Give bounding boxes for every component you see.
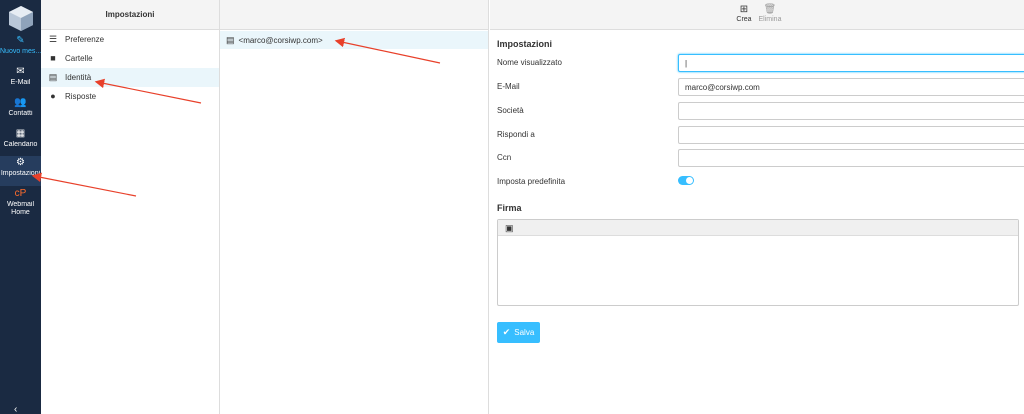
identity-row[interactable]: ▤ <marco@corsiwp.com> (220, 31, 488, 49)
comment-icon: ● (50, 91, 56, 101)
field-display-name: Nome visualizzato (497, 54, 1024, 72)
rail-webmail-home-label: Webmail Home (6, 201, 35, 216)
settings-item-label: Risposte (65, 92, 97, 101)
settings-item-label: Preferenze (65, 35, 105, 44)
roundcube-logo-icon (9, 6, 33, 31)
settings-header: Impostazioni (41, 0, 219, 30)
save-button[interactable]: ✔ Salva (497, 322, 540, 343)
delete-label: Elimina (758, 16, 782, 23)
collapse-icon[interactable]: ‹ (14, 404, 17, 414)
rail-calendar-label: Calendario (3, 141, 38, 148)
settings-item-responses[interactable]: ● Risposte (41, 87, 219, 106)
settings-item-label: Cartelle (65, 54, 93, 63)
settings-item-folders[interactable]: ■ Cartelle (41, 49, 219, 68)
rail-mail[interactable]: ✉ E-Mail (0, 65, 41, 95)
field-label: Ccn (497, 153, 512, 162)
field-organization: Società (497, 102, 1024, 120)
delete-button[interactable]: 🗑 Elimina (755, 4, 785, 23)
toolbar: ⊞ Crea 🗑 Elimina (490, 0, 1024, 30)
identity-editor: ⊞ Crea 🗑 Elimina Impostazioni Nome visua… (490, 0, 1024, 414)
field-email: E-Mail (497, 78, 1024, 96)
rail-settings-label: Impostazioni (0, 170, 41, 177)
save-label: Salva (514, 328, 535, 337)
rail-mail-label: E-Mail (10, 79, 31, 86)
compose-icon: ✎ (16, 35, 25, 46)
signature-editor[interactable]: ▣ (497, 219, 1019, 306)
trash-icon: 🗑 (763, 4, 777, 15)
field-reply-to: Rispondi a (497, 126, 1024, 144)
identities-header (220, 0, 488, 30)
field-label: E-Mail (497, 82, 520, 91)
settings-list: Impostazioni ☰ Preferenze ■ Cartelle ▤ I… (41, 0, 220, 414)
create-label: Crea (736, 16, 752, 23)
identities-list: ▤ <marco@corsiwp.com> (220, 0, 489, 414)
display-name-input[interactable] (678, 54, 1024, 72)
settings-item-preferences[interactable]: ☰ Preferenze (41, 30, 219, 49)
image-icon[interactable]: ▣ (505, 223, 514, 233)
rail-contacts-label: Contatti (8, 110, 33, 117)
bcc-input[interactable] (678, 149, 1024, 167)
signature-toolbar: ▣ (498, 220, 1018, 236)
folder-icon: ■ (50, 53, 56, 63)
organization-input[interactable] (678, 102, 1024, 120)
rail-webmail-home[interactable]: cP Webmail Home (0, 187, 41, 221)
sliders-icon: ☰ (48, 34, 58, 44)
email-input[interactable] (678, 78, 1024, 96)
id-card-icon: ▤ (48, 72, 58, 82)
rail-settings[interactable]: ⚙ Impostazioni (0, 156, 41, 186)
form-title: Impostazioni (497, 39, 553, 49)
check-icon: ✔ (502, 327, 511, 337)
settings-item-identities[interactable]: ▤ Identità (41, 68, 219, 87)
field-set-default: Imposta predefinita (497, 173, 1017, 191)
app-rail: ✎ Nuovo mes... ✉ E-Mail 👥 Contatti ▦ Cal… (0, 0, 41, 414)
field-label: Nome visualizzato (497, 58, 562, 67)
signature-title: Firma (497, 203, 522, 213)
field-label: Società (497, 106, 524, 115)
rail-compose-label: Nuovo mes... (0, 48, 41, 55)
reply-to-input[interactable] (678, 126, 1024, 144)
rail-contacts[interactable]: 👥 Contatti (0, 96, 41, 126)
settings-item-label: Identità (65, 73, 92, 82)
rail-compose[interactable]: ✎ Nuovo mes... (0, 34, 41, 64)
rail-calendar[interactable]: ▦ Calendario (0, 127, 41, 157)
id-card-icon: ▤ (226, 34, 235, 45)
cpanel-icon: cP (14, 188, 27, 199)
identity-label: <marco@corsiwp.com> (238, 35, 323, 45)
set-default-toggle[interactable] (678, 176, 694, 185)
field-label: Imposta predefinita (497, 177, 566, 186)
calendar-icon: ▦ (15, 128, 26, 139)
field-label: Rispondi a (497, 130, 535, 139)
field-bcc: Ccn (497, 149, 1024, 167)
gear-icon: ⚙ (16, 157, 25, 168)
users-icon: 👥 (14, 97, 27, 108)
envelope-icon: ✉ (16, 66, 25, 77)
